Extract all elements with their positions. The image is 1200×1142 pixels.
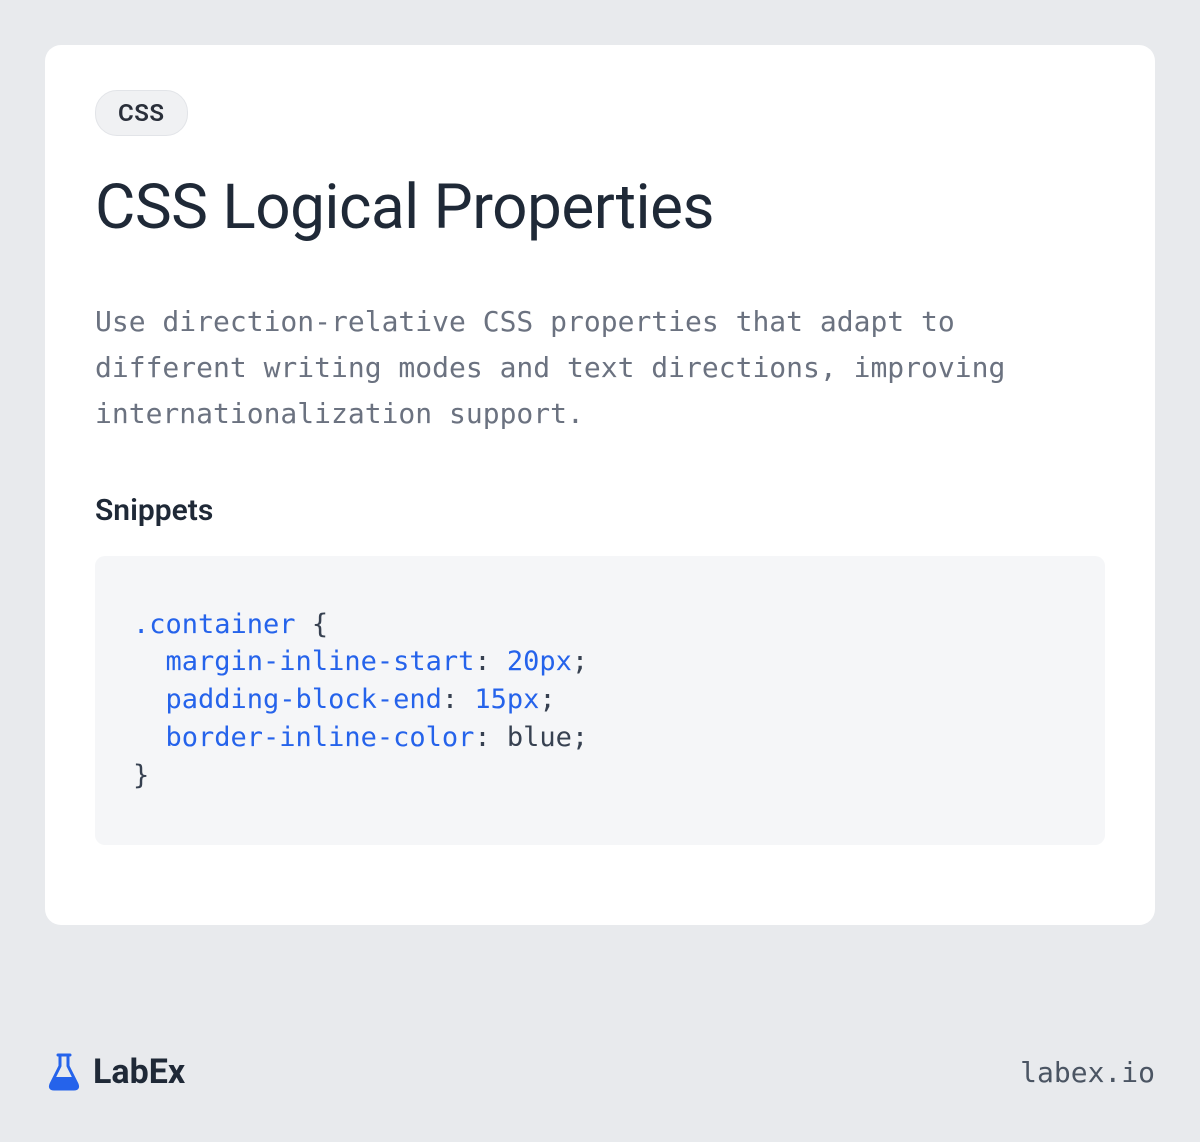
code-brace-open: { (296, 609, 329, 640)
description-text: Use direction-relative CSS properties th… (95, 299, 1105, 438)
footer: LabEx labex.io (45, 1052, 1155, 1092)
category-tag: CSS (95, 90, 188, 136)
content-card: CSS CSS Logical Properties Use direction… (45, 45, 1155, 925)
code-line: padding-block-end: 15px; (133, 684, 556, 715)
code-selector: .container (133, 609, 296, 640)
code-brace-close: } (133, 760, 149, 791)
brand: LabEx (45, 1052, 185, 1092)
code-line: border-inline-color: blue; (133, 722, 588, 753)
brand-name: LabEx (93, 1052, 185, 1092)
code-snippet: .container { margin-inline-start: 20px; … (95, 556, 1105, 845)
code-line: margin-inline-start: 20px; (133, 646, 588, 677)
page-title: CSS Logical Properties (95, 171, 1105, 244)
snippets-heading: Snippets (95, 493, 1105, 528)
flask-icon (45, 1052, 83, 1092)
domain-text: labex.io (1020, 1056, 1155, 1089)
